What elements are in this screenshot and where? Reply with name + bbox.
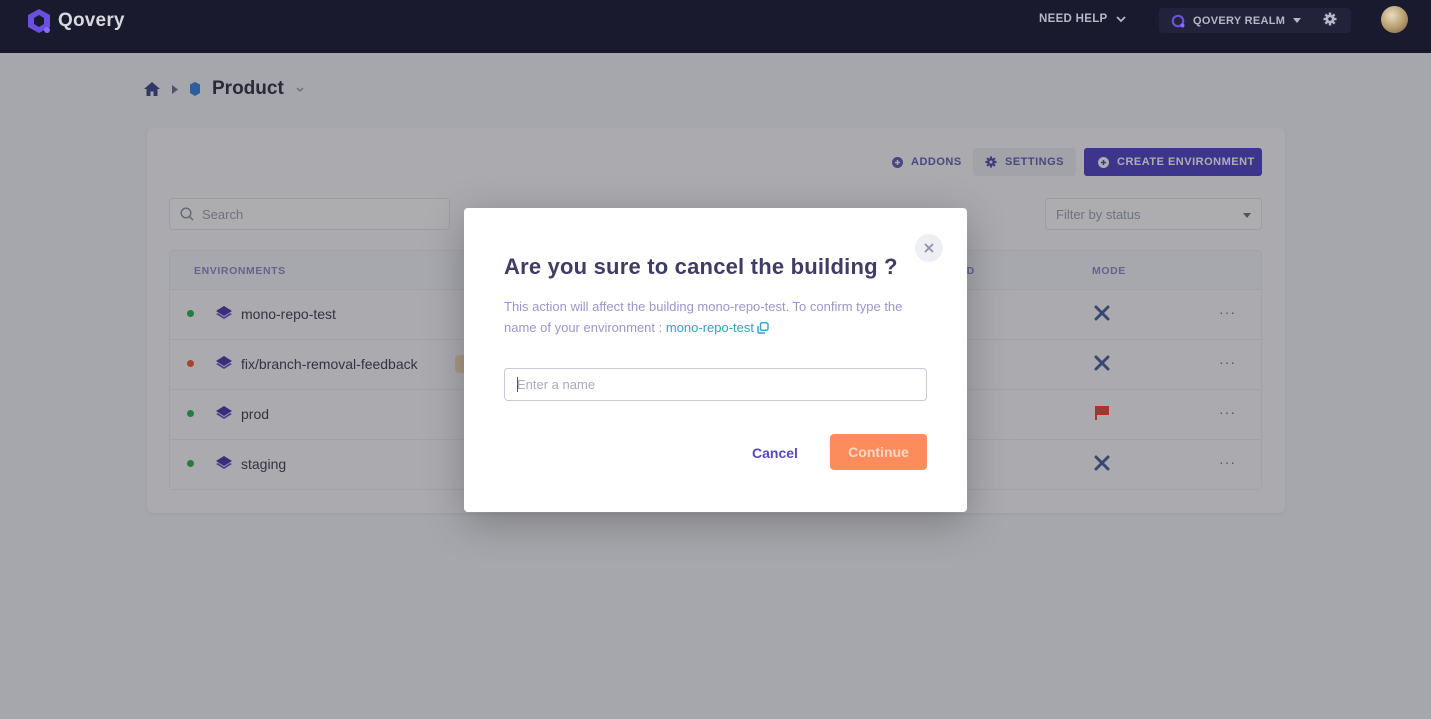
- qovery-logo[interactable]: Qovery: [26, 8, 125, 34]
- cancel-button[interactable]: Cancel: [742, 436, 808, 470]
- qovery-logo-icon: [28, 9, 50, 33]
- need-help-menu[interactable]: NEED HELP: [1039, 13, 1126, 25]
- text-cursor: [517, 377, 518, 392]
- caret-down-icon: [1293, 18, 1302, 23]
- organization-settings-icon[interactable]: [1323, 12, 1337, 26]
- continue-button[interactable]: Continue: [830, 434, 927, 470]
- environment-name-input[interactable]: [504, 368, 927, 401]
- organization-name: QOVERY REALM: [1193, 14, 1286, 27]
- chevron-down-icon: [1115, 15, 1126, 22]
- confirm-environment-name[interactable]: mono-repo-test: [666, 320, 754, 335]
- close-icon: [924, 243, 934, 253]
- modal-title: Are you sure to cancel the building ?: [504, 254, 898, 279]
- modal-description: This action will affect the building mon…: [504, 296, 934, 338]
- user-avatar[interactable]: [1381, 6, 1408, 33]
- need-help-label: NEED HELP: [1039, 13, 1108, 25]
- organization-logo-icon: [1171, 14, 1185, 27]
- copy-icon[interactable]: [757, 322, 769, 334]
- top-navbar: Qovery NEED HELP QOVERY REALM: [0, 0, 1431, 53]
- close-modal-button[interactable]: [915, 234, 943, 262]
- brand-name: Qovery: [58, 10, 125, 31]
- cancel-build-modal: Are you sure to cancel the building ? Th…: [464, 208, 967, 512]
